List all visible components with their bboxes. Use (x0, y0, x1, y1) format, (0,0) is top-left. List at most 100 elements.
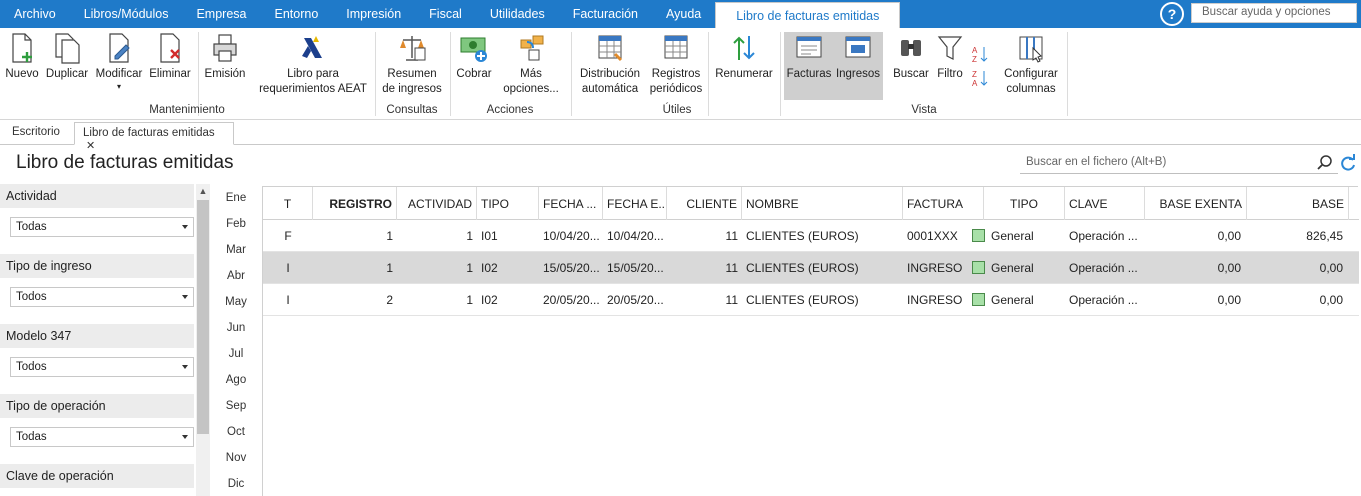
buscar-label: Buscar (893, 68, 929, 80)
sort-za-icon[interactable]: ZA (970, 68, 990, 93)
col-cliente[interactable]: CLIENTE (667, 187, 742, 220)
table-row[interactable]: I 1 1 I02 15/05/20... 15/05/20... 11 CLI… (263, 252, 1359, 284)
duplicar-button[interactable]: Duplicar (44, 32, 90, 82)
cell-cliente: 11 (725, 293, 738, 307)
income-view-icon (845, 36, 871, 58)
buscar-button[interactable]: Buscar (892, 32, 930, 82)
cell-base-exenta: 0,00 (1217, 229, 1241, 243)
cell-clave: Operación ... (1069, 261, 1138, 275)
menu-impresion[interactable]: Impresión (332, 0, 415, 28)
periodic-records-icon (664, 35, 688, 59)
month-oct[interactable]: Oct (213, 426, 259, 438)
emision-button[interactable]: Emisión (202, 32, 248, 82)
svg-text:A: A (972, 79, 978, 88)
col-base-exenta[interactable]: BASE EXENTA (1145, 187, 1247, 220)
menu-libros-modulos[interactable]: Libros/Módulos (70, 0, 183, 28)
eliminar-button[interactable]: Eliminar (148, 32, 192, 82)
filter-tipo-operacion-value: Todas (16, 431, 47, 443)
svg-text:Z: Z (972, 70, 977, 79)
filter-actividad-select[interactable]: Todas (10, 217, 194, 237)
close-icon[interactable]: ✕ (86, 140, 95, 152)
aeat-logo-icon (302, 36, 322, 58)
sort-az-icon[interactable]: AZ (970, 44, 990, 69)
month-feb[interactable]: Feb (213, 218, 259, 230)
search-icon[interactable] (1316, 154, 1334, 172)
menu-ayuda[interactable]: Ayuda (652, 0, 715, 28)
month-nov[interactable]: Nov (213, 452, 259, 464)
scroll-up-icon[interactable]: ▲ (196, 184, 210, 198)
refresh-icon[interactable] (1340, 154, 1356, 172)
renumerar-button[interactable]: Renumerar (713, 32, 775, 82)
col-actividad[interactable]: ACTIVIDAD (397, 187, 477, 220)
configure-columns-icon (1019, 36, 1043, 63)
duplicar-label: Duplicar (45, 68, 89, 80)
menu-entorno[interactable]: Entorno (260, 0, 332, 28)
configurar-columnas-button[interactable]: Configurar columnas (1000, 32, 1062, 97)
eliminar-label: Eliminar (149, 68, 191, 80)
configurar-label-2: columnas (1006, 83, 1056, 95)
month-sep[interactable]: Sep (213, 400, 259, 412)
green-swatch-icon (972, 261, 985, 274)
distribucion-automatica-button[interactable]: Distribución automática (576, 32, 644, 97)
cash-icon (460, 37, 487, 62)
month-jul[interactable]: Jul (213, 348, 259, 360)
nuevo-button[interactable]: Nuevo (4, 32, 40, 82)
file-search-input[interactable]: Buscar en el fichero (Alt+B) (1020, 152, 1338, 174)
filter-tipo-ingreso-select[interactable]: Todos (10, 287, 194, 307)
ingresos-label: Ingresos (835, 68, 881, 80)
menu-libro-facturas-emitidas[interactable]: Libro de facturas emitidas (715, 2, 901, 28)
col-tipo[interactable]: TIPO (477, 187, 539, 220)
col-fecha-e[interactable]: FECHA E... (603, 187, 667, 220)
tab-escritorio[interactable]: Escritorio (4, 122, 68, 145)
col-tipo-2[interactable]: TIPO (984, 187, 1065, 220)
menu-fiscal[interactable]: Fiscal (415, 0, 476, 28)
month-abr[interactable]: Abr (213, 270, 259, 282)
top-menu-bar: Archivo Libros/Módulos Empresa Entorno I… (0, 0, 1361, 28)
col-registro[interactable]: REGISTRO (313, 187, 397, 220)
mas-opciones-button[interactable]: Más opciones... (496, 32, 566, 97)
col-base[interactable]: BASE (1247, 187, 1349, 220)
col-fecha[interactable]: FECHA ... (539, 187, 603, 220)
resumen-ingresos-button[interactable]: Resumen de ingresos (380, 32, 444, 97)
table-row[interactable]: I 2 1 I02 20/05/20... 20/05/20... 11 CLI… (263, 284, 1359, 316)
menu-empresa[interactable]: Empresa (182, 0, 260, 28)
ingresos-view-button[interactable]: Ingresos (834, 32, 882, 82)
month-mar[interactable]: Mar (213, 244, 259, 256)
table-row[interactable]: F 1 1 I01 10/04/20... 10/04/20... 11 CLI… (263, 220, 1359, 252)
filter-modelo-347-select[interactable]: Todos (10, 357, 194, 377)
help-icon[interactable]: ? (1160, 2, 1184, 26)
group-mantenimiento: Mantenimiento (149, 104, 225, 116)
col-t[interactable]: T (263, 187, 313, 220)
cell-t: F (284, 229, 292, 243)
menu-archivo[interactable]: Archivo (0, 0, 70, 28)
month-ene[interactable]: Ene (213, 192, 259, 204)
filter-actividad-value: Todas (16, 221, 47, 233)
grid-header: T REGISTRO ACTIVIDAD TIPO FECHA ... FECH… (263, 187, 1359, 220)
filter-scrollbar-thumb[interactable] (197, 200, 209, 434)
month-jun[interactable]: Jun (213, 322, 259, 334)
month-ago[interactable]: Ago (213, 374, 259, 386)
registros-periodicos-button[interactable]: Registros periódicos (645, 32, 707, 97)
cobrar-button[interactable]: Cobrar (454, 32, 494, 82)
duplicate-icon (55, 33, 80, 64)
cell-cliente: 11 (725, 261, 738, 275)
tab-libro-facturas[interactable]: Libro de facturas emitidas ✕ (74, 122, 234, 152)
month-dic[interactable]: Dic (213, 478, 259, 490)
modificar-button[interactable]: Modificar ▾ (93, 32, 145, 92)
col-clave[interactable]: CLAVE (1065, 187, 1145, 220)
filter-funnel-icon (937, 36, 963, 60)
filter-tipo-operacion-select[interactable]: Todas (10, 427, 194, 447)
facturas-view-button[interactable]: Facturas (785, 32, 833, 82)
filtro-button[interactable]: Filtro (934, 32, 966, 82)
chevron-down-icon (182, 225, 188, 229)
ribbon-separator (1067, 32, 1068, 116)
registros-label-1: Registros (651, 68, 701, 80)
help-search-input[interactable]: Buscar ayuda y opciones (1191, 3, 1357, 23)
col-factura[interactable]: FACTURA (903, 187, 984, 220)
menu-facturacion[interactable]: Facturación (559, 0, 652, 28)
libro-aeat-button[interactable]: Libro para requerimientos AEAT (256, 32, 370, 97)
col-nombre[interactable]: NOMBRE (742, 187, 903, 220)
month-may[interactable]: May (213, 296, 259, 308)
invoices-grid: T REGISTRO ACTIVIDAD TIPO FECHA ... FECH… (262, 186, 1359, 496)
menu-utilidades[interactable]: Utilidades (476, 0, 559, 28)
